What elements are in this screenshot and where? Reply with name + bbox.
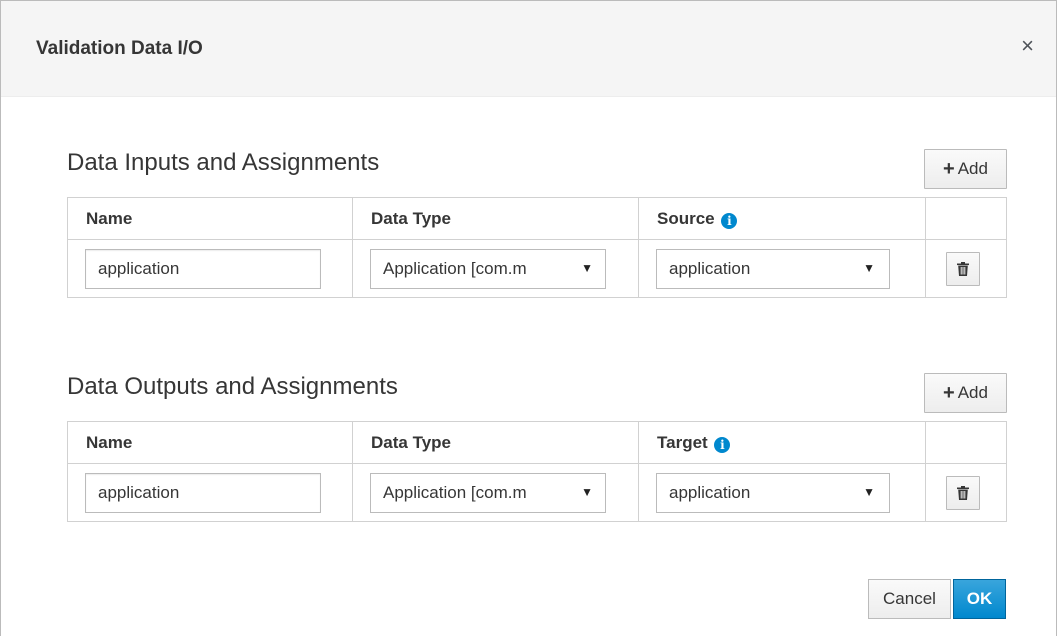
info-circle-icon[interactable]: i bbox=[714, 436, 731, 453]
info-circle-icon[interactable]: i bbox=[721, 212, 738, 229]
column-header-name: Name bbox=[67, 197, 353, 240]
dialog-header: Validation Data I/O × bbox=[1, 1, 1056, 97]
plus-icon: + bbox=[943, 157, 955, 180]
output-target-select[interactable]: application ▼ bbox=[656, 472, 890, 513]
outputs-header-row: Name Data Type Target i bbox=[67, 421, 1007, 464]
add-output-label: Add bbox=[957, 383, 988, 402]
input-source-select[interactable]: application ▼ bbox=[656, 248, 890, 289]
close-icon[interactable]: × bbox=[1021, 35, 1034, 57]
inputs-header-row: Name Data Type Source i bbox=[67, 197, 1007, 240]
dialog-title: Validation Data I/O bbox=[36, 38, 203, 59]
delete-output-button[interactable] bbox=[946, 475, 980, 510]
column-header-data-type: Data Type bbox=[352, 421, 639, 464]
column-header-data-type: Data Type bbox=[352, 197, 639, 240]
outputs-table: Name Data Type Target i Application [com… bbox=[67, 421, 1007, 522]
inputs-section-title: Data Inputs and Assignments bbox=[67, 149, 380, 176]
add-input-button[interactable]: + Add bbox=[924, 149, 1007, 189]
output-target-value: application bbox=[669, 482, 751, 502]
cancel-button[interactable]: Cancel bbox=[868, 579, 951, 619]
delete-input-button[interactable] bbox=[946, 251, 980, 286]
column-header-source: Source i bbox=[638, 197, 926, 240]
caret-down-icon: ▼ bbox=[581, 484, 593, 499]
input-source-value: application bbox=[669, 258, 751, 278]
output-data-type-value: Application [com.m bbox=[383, 482, 527, 502]
table-row: Application [com.m ▼ application ▼ bbox=[67, 239, 1007, 298]
trash-icon bbox=[957, 261, 969, 276]
outputs-section-title: Data Outputs and Assignments bbox=[67, 373, 398, 400]
output-data-type-select[interactable]: Application [com.m ▼ bbox=[370, 472, 606, 513]
inputs-table: Name Data Type Source i Application [com… bbox=[67, 197, 1007, 298]
caret-down-icon: ▼ bbox=[863, 484, 875, 499]
caret-down-icon: ▼ bbox=[863, 260, 875, 275]
input-data-type-select[interactable]: Application [com.m ▼ bbox=[370, 248, 606, 289]
input-data-type-value: Application [com.m bbox=[383, 258, 527, 278]
output-name-field[interactable] bbox=[85, 472, 321, 513]
column-header-actions bbox=[925, 421, 1007, 464]
column-header-source-label: Source bbox=[657, 208, 715, 228]
add-output-button[interactable]: + Add bbox=[924, 373, 1007, 413]
column-header-target-label: Target bbox=[657, 432, 708, 452]
plus-icon: + bbox=[943, 381, 955, 404]
caret-down-icon: ▼ bbox=[581, 260, 593, 275]
table-row: Application [com.m ▼ application ▼ bbox=[67, 463, 1007, 522]
add-input-label: Add bbox=[957, 159, 988, 178]
column-header-actions bbox=[925, 197, 1007, 240]
validation-data-io-dialog: Validation Data I/O × Data Inputs and As… bbox=[0, 0, 1057, 636]
column-header-name: Name bbox=[67, 421, 353, 464]
input-name-field[interactable] bbox=[85, 248, 321, 289]
column-header-target: Target i bbox=[638, 421, 926, 464]
ok-button[interactable]: OK bbox=[953, 579, 1006, 619]
trash-icon bbox=[957, 485, 969, 500]
